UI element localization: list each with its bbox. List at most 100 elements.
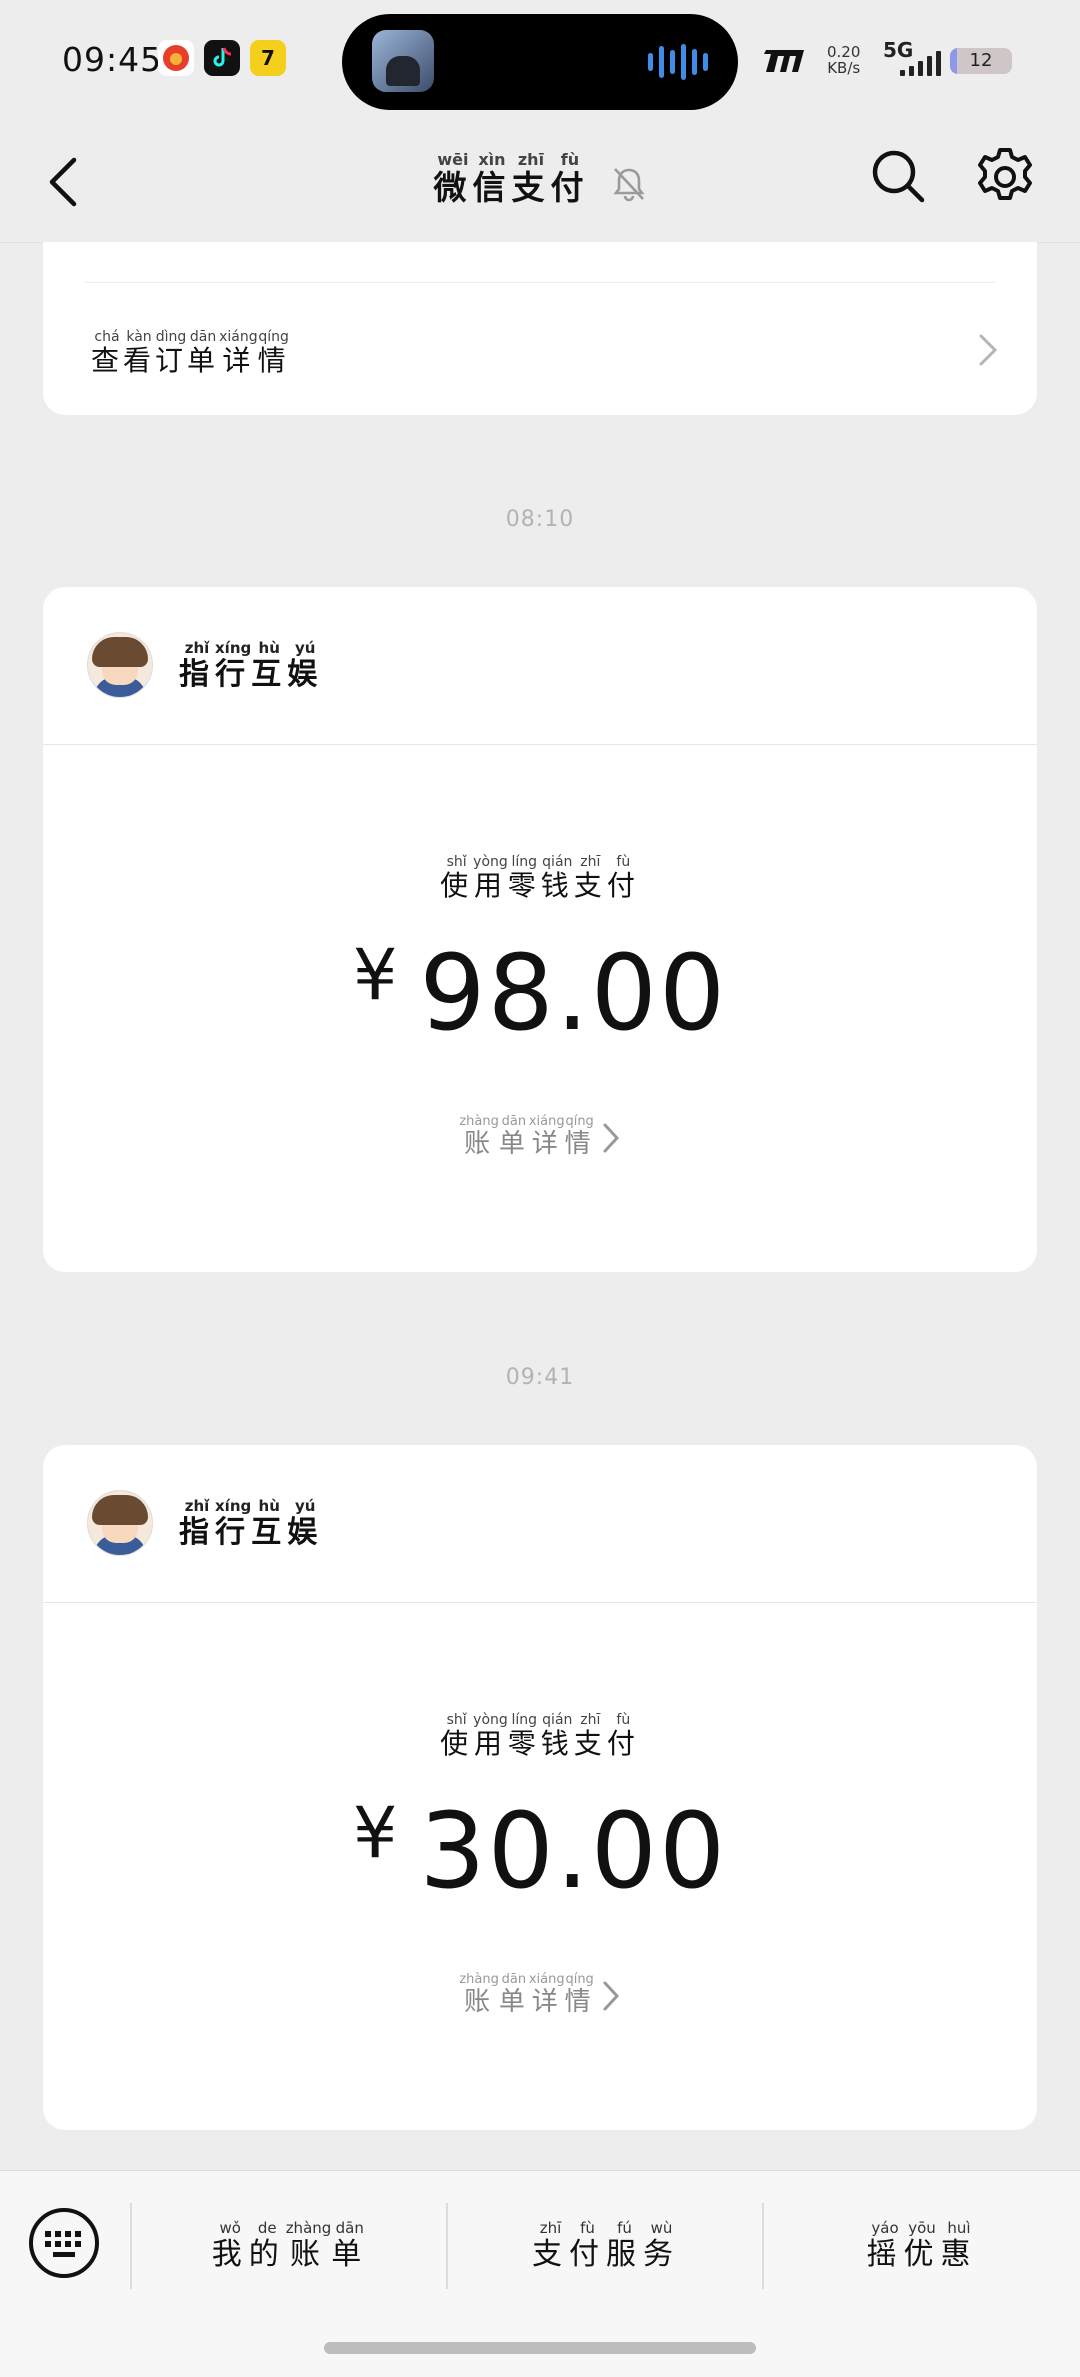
menu-shake-discounts[interactable]: 摇yáo优yōu惠huì [764, 2219, 1080, 2273]
currency-symbol: ¥ [352, 934, 400, 1016]
net-speed: 0.20 KB/s [827, 44, 860, 76]
chevron-right-icon [603, 1981, 619, 2011]
ruby-char: 互hù [251, 1497, 288, 1550]
payment-amount: ¥98.00 [43, 932, 1037, 1054]
ruby-char: 使shǐ [440, 1712, 474, 1760]
ruby-char: 情qíng [257, 329, 290, 377]
ruby-char: 零líng [507, 854, 541, 902]
ruby-char: 行xíng [215, 1497, 252, 1550]
ruby-char: 订dìng [155, 329, 188, 377]
ruby-char: 详xiáng [528, 1972, 565, 2017]
ruby-char: 使shǐ [440, 854, 474, 902]
ruby-char: 指zhǐ [179, 1497, 215, 1550]
ruby-char: 行xíng [215, 639, 252, 692]
search-icon [872, 150, 925, 203]
ruby-char: 单dān [187, 329, 220, 377]
view-order-details-link[interactable]: 查chá看kàn订dìng单dān详xiáng情qíng [91, 329, 290, 379]
qimao-icon: 7 [250, 40, 286, 76]
home-indicator[interactable] [324, 2342, 756, 2354]
ruby-char: 钱qián [540, 1712, 574, 1760]
ruby-char: 支zhī [532, 2219, 569, 2272]
keyboard-icon [29, 2208, 99, 2278]
merchant-avatar [87, 1490, 153, 1556]
ruby-char: 支zhī [573, 854, 607, 902]
merchant-row[interactable]: 指zhǐ行xíng互hù娱yú [43, 1445, 1037, 1603]
ruby-char: 互hù [251, 639, 288, 692]
message-time: 08:10 [505, 507, 575, 532]
merchant-name: 指zhǐ行xíng互hù娱yú [179, 1497, 324, 1551]
bill-details-label: 账zhàng单dān详xiáng情qíng [459, 1972, 595, 2017]
ruby-char: 娱yú [287, 639, 324, 692]
gear-icon [978, 148, 1032, 200]
ruby-char: 付fù [606, 1712, 640, 1760]
hyperos-icon [762, 44, 808, 80]
ruby-char: 的de [248, 2219, 286, 2272]
ruby-char: 娱yú [287, 1497, 324, 1550]
ruby-char: 微wēi [433, 150, 473, 207]
ruby-char: 服fú [606, 2219, 643, 2272]
ruby-char: 用yòng [473, 1712, 508, 1760]
message-time: 09:41 [505, 1365, 575, 1390]
payment-card[interactable]: 指zhǐ行xíng互hù娱yú 使shǐ用yòng零líng钱qián支zhī付… [43, 587, 1037, 1272]
ruby-char: 详xiáng [528, 1114, 565, 1159]
title-text: 微wēi信xìn支zhī付fù [433, 150, 590, 207]
ruby-char: 看kàn [123, 329, 156, 377]
audio-wave-icon [648, 44, 708, 80]
previous-message-card: 查chá看kàn订dìng单dān详xiáng情qíng [43, 242, 1037, 415]
weibo-icon [158, 40, 194, 76]
payment-amount: ¥30.00 [43, 1790, 1037, 1912]
amount-value: 98.00 [419, 932, 728, 1054]
ruby-char: 我wǒ [211, 2219, 249, 2272]
bill-details-link[interactable]: 账zhàng单dān详xiáng情qíng [43, 1972, 1037, 2018]
signal-icon [900, 51, 941, 76]
ruby-char: 查chá [91, 329, 124, 377]
top-nav: 微wēi信xìn支zhī付fù [0, 120, 1080, 243]
ruby-char: 支zhī [573, 1712, 607, 1760]
card-divider [85, 282, 995, 283]
merchant-avatar [87, 632, 153, 698]
ruby-char: 情qíng [564, 1972, 595, 2017]
ruby-char: 付fù [569, 2219, 606, 2272]
ruby-char: 用yòng [473, 854, 508, 902]
merchant-name: 指zhǐ行xíng互hù娱yú [179, 639, 324, 693]
ruby-char: 详xiáng [219, 329, 258, 377]
ruby-char: 账zhàng [285, 2219, 332, 2272]
battery-level: 12 [969, 50, 993, 71]
ruby-char: 惠huì [940, 2219, 978, 2272]
bill-details-label: 账zhàng单dān详xiáng情qíng [459, 1114, 595, 1159]
dynamic-island[interactable] [342, 14, 738, 110]
payment-method: 使shǐ用yòng零líng钱qián支zhī付fù [43, 1712, 1037, 1762]
ruby-char: 优yōu [903, 2219, 941, 2272]
menu-my-bills[interactable]: 我wǒ的de账zhàng单dān [132, 2219, 448, 2273]
mute-bell-icon [612, 168, 645, 202]
amount-value: 30.00 [419, 1790, 728, 1912]
ruby-char: 信xìn [472, 150, 512, 207]
ruby-char: 摇yáo [866, 2219, 904, 2272]
merchant-row[interactable]: 指zhǐ行xíng互hù娱yú [43, 587, 1037, 745]
search-button[interactable] [868, 146, 928, 206]
keyboard-toggle-button[interactable] [28, 2207, 100, 2279]
payment-method: 使shǐ用yòng零líng钱qián支zhī付fù [43, 854, 1037, 904]
media-thumbnail [372, 30, 434, 92]
chevron-right-icon [603, 1123, 619, 1153]
ruby-char: 付fù [550, 150, 590, 207]
status-bar: 09:45 7 0.20 KB/s 5G 12 [0, 0, 1080, 120]
ruby-char: 指zhǐ [179, 639, 215, 692]
ruby-char: 单dān [498, 1972, 529, 2017]
bill-details-link[interactable]: 账zhàng单dān详xiáng情qíng [43, 1114, 1037, 1160]
payment-card[interactable]: 指zhǐ行xíng互hù娱yú 使shǐ用yòng零líng钱qián支zhī付… [43, 1445, 1037, 2130]
ruby-char: 单dān [498, 1114, 529, 1159]
menu-payment-services[interactable]: 支zhī付fù服fú务wù [448, 2219, 764, 2273]
ruby-char: 钱qián [540, 854, 574, 902]
ruby-char: 零líng [507, 1712, 541, 1760]
settings-button[interactable] [974, 146, 1036, 208]
tiktok-icon [204, 40, 240, 76]
ruby-char: 账zhàng [459, 1972, 499, 2017]
status-time: 09:45 [62, 40, 163, 79]
ruby-char: 情qíng [564, 1114, 595, 1159]
currency-symbol: ¥ [352, 1792, 400, 1874]
net-speed-value: 0.20 [827, 43, 861, 61]
battery-icon: 12 [950, 48, 1012, 74]
ruby-char: 账zhàng [459, 1114, 499, 1159]
net-speed-unit: KB/s [827, 59, 861, 77]
